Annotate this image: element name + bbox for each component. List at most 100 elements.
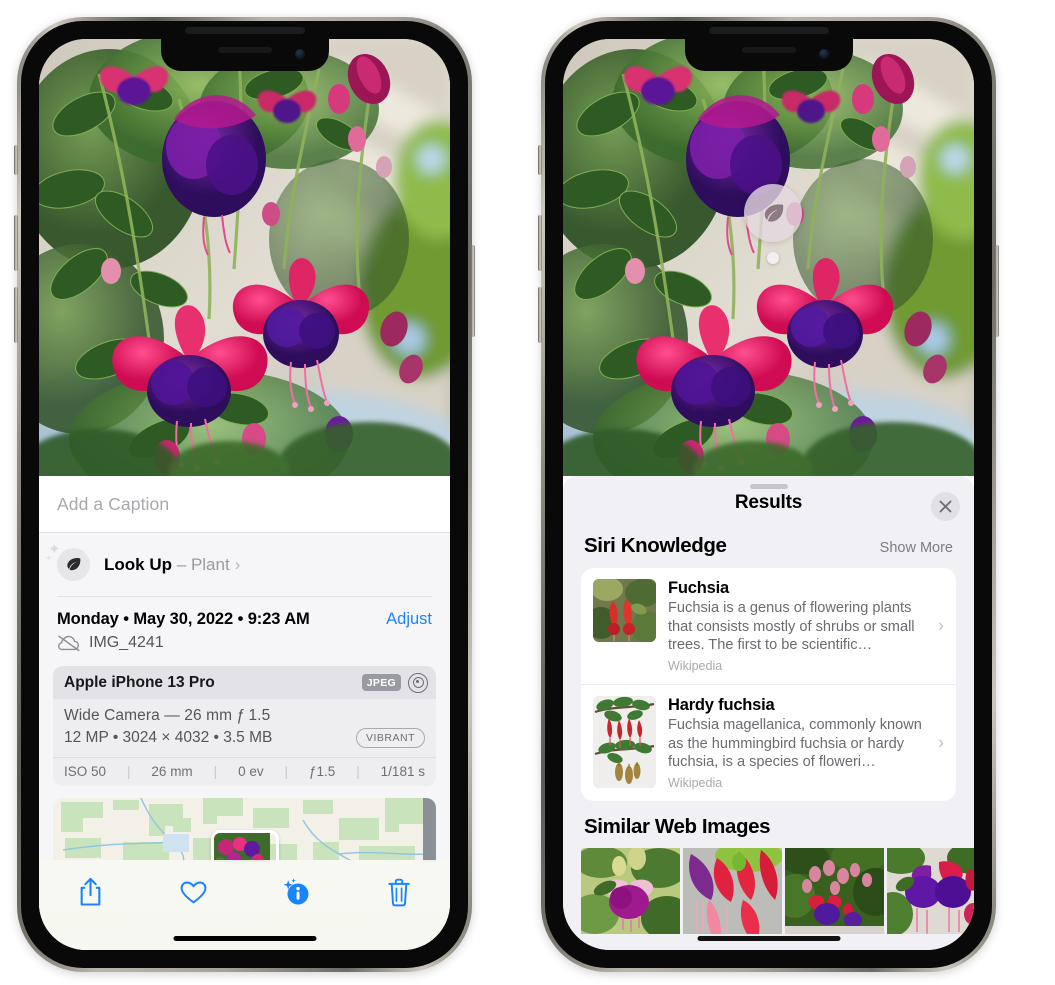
display-notch [684,39,853,71]
exif-separator: | [126,764,131,779]
aperture-icon [408,672,428,693]
look-up-dash: – [176,554,187,574]
iphone-left-screen: Add a Caption ✦ ✦ Look Up – Plant › Mond… [39,39,450,950]
info-button[interactable] [268,872,324,912]
section-title-similar-web-images: Similar Web Images [584,815,771,839]
web-image-thumbnail[interactable] [683,848,782,935]
exif-shutter: 1/181 s [380,764,425,779]
caption-field[interactable]: Add a Caption [39,476,450,533]
exif-ev: 0 ev [238,764,264,779]
iphone-right-bezel: Results Siri Knowledge Show More Fuchsia… [545,21,992,968]
iphone-left-bezel: Add a Caption ✦ ✦ Look Up – Plant › Mond… [21,21,468,968]
volume-down-button[interactable] [14,287,18,343]
camera-specs-line: 12 MP • 3024 × 4032 • 3.5 MB [64,729,273,746]
display-notch [160,39,329,71]
show-more-button[interactable]: Show More [880,540,953,556]
volume-up-button[interactable] [14,215,18,271]
close-button[interactable] [931,492,960,521]
visual-look-up-badge[interactable] [744,184,802,242]
look-up-icon-chip: ✦ ✦ [45,542,90,581]
knowledge-card-title: Fuchsia [668,579,729,597]
location-map-strip[interactable] [53,798,436,862]
exif-aperture: ƒ1.5 [309,764,336,779]
knowledge-card[interactable]: Hardy fuchsia Fuchsia magellanica, commo… [581,684,956,801]
trash-icon [387,878,410,906]
chevron-right-icon: › [234,554,241,574]
knowledge-card-source: Wikipedia [668,659,723,674]
caption-placeholder: Add a Caption [57,493,170,514]
volume-up-button[interactable] [538,215,542,271]
camera-card-body: Wide Camera — 26 mm ƒ 1.5 12 MP • 3024 ×… [53,699,436,757]
exif-focal: 26 mm [151,764,193,779]
hardy-fuchsia-thumbnail [593,696,656,789]
leaf-icon [764,203,783,222]
format-badge: JPEG [361,674,401,691]
front-camera-icon [294,49,305,59]
volume-down-button[interactable] [538,287,542,343]
earpiece-slot [708,27,829,34]
similar-web-images-row[interactable] [581,848,974,935]
exif-separator: | [284,764,289,779]
camera-info-card: Apple iPhone 13 Pro JPEG Wide Camera — 2… [53,666,436,786]
silent-switch[interactable] [14,145,18,175]
silent-switch[interactable] [538,145,542,175]
home-indicator[interactable] [173,936,316,941]
power-button[interactable] [995,245,999,337]
chevron-right-icon: › [938,732,944,753]
red-fuchsia-web-image-2 [683,848,782,935]
panel-title: Results [734,492,803,513]
look-up-text: Look Up [104,554,172,574]
notch-speaker [741,47,796,53]
close-icon [939,500,952,513]
photo-viewer[interactable] [563,39,974,476]
exif-iso: ISO 50 [64,764,107,779]
style-badge: VIBRANT [355,728,425,748]
purple-fuchsia-web-image-4 [887,848,974,935]
section-title-siri-knowledge: Siri Knowledge [584,534,727,557]
knowledge-card-snippet: Fuchsia magellanica, commonly known as t… [668,717,922,771]
chevron-right-icon: › [938,615,944,636]
photo-viewer[interactable] [39,39,450,476]
camera-device-name: Apple iPhone 13 Pro [64,673,215,691]
earpiece-slot [184,27,305,34]
fuchsia-flower-thumbnail [593,579,656,642]
siri-knowledge-header: Siri Knowledge Show More [563,530,974,558]
iphone-left-frame: Add a Caption ✦ ✦ Look Up – Plant › Mond… [14,17,475,972]
look-up-subject: Plant [190,554,230,574]
adjust-button[interactable]: Adjust [386,610,432,629]
photo-date: Monday • May 30, 2022 • 9:23 AM [57,610,310,628]
web-image-thumbnail[interactable] [887,848,974,935]
favorite-button[interactable] [165,872,221,912]
look-up-label: Look Up – Plant [104,555,230,575]
photo-metadata: Monday • May 30, 2022 • 9:23 AM Adjust I… [39,597,450,652]
web-image-thumbnail[interactable] [581,848,680,935]
screenshot-stage: Add a Caption ✦ ✦ Look Up – Plant › Mond… [0,0,1055,985]
exif-row: ISO 50 | 26 mm | 0 ev | ƒ1.5 | 1/181 s [53,757,436,786]
magenta-fuchsia-web-image-1 [581,848,680,935]
delete-button[interactable] [371,872,427,912]
power-button[interactable] [471,245,475,337]
heart-icon [180,881,207,903]
knowledge-card[interactable]: Fuchsia Fuchsia is a genus of flowering … [581,568,956,684]
camera-card-header: Apple iPhone 13 Pro JPEG [53,666,436,699]
iphone-right-frame: Results Siri Knowledge Show More Fuchsia… [538,17,999,972]
iphone-right-screen: Results Siri Knowledge Show More Fuchsia… [563,39,974,950]
exif-separator: | [356,764,360,779]
fuchsia-bush-web-image-3 [785,848,884,935]
results-header: Results [563,476,974,530]
notch-speaker [217,47,272,53]
results-panel: Results Siri Knowledge Show More Fuchsia… [563,476,974,950]
camera-lens-line: Wide Camera — 26 mm ƒ 1.5 [64,707,271,724]
knowledge-card-title: Hardy fuchsia [668,696,775,715]
photo-location-thumbnail[interactable] [210,830,279,862]
web-image-thumbnail[interactable] [785,848,884,935]
visual-look-up-anchor-dot [767,252,779,264]
look-up-row[interactable]: ✦ ✦ Look Up – Plant › [39,533,450,596]
exif-separator: | [213,764,218,779]
share-button[interactable] [62,872,118,912]
info-sparkle-icon [283,878,309,905]
fuchsia-flowers-photo [39,39,450,476]
front-camera-icon [818,49,829,59]
home-indicator[interactable] [697,936,840,941]
knowledge-card-source: Wikipedia [668,776,723,791]
